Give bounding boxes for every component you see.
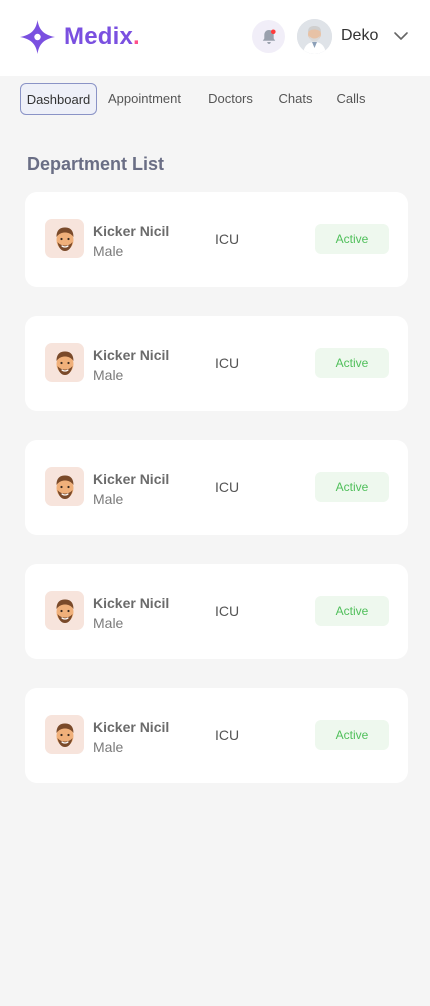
tab-chats[interactable]: Chats — [273, 83, 318, 115]
user-name[interactable]: Deko — [341, 27, 378, 45]
avatar — [45, 591, 84, 630]
notification-button[interactable] — [252, 20, 285, 53]
doctor-avatar-icon — [297, 19, 332, 54]
patient-gender: Male — [93, 739, 124, 755]
man-emoji-icon — [56, 351, 73, 375]
page-title: Department List — [27, 154, 165, 174]
avatar — [45, 219, 84, 258]
patient-name: Kicker Nicil — [93, 471, 170, 487]
man-emoji-icon — [56, 475, 73, 499]
tab-doctors[interactable]: Doctors — [203, 83, 258, 115]
patient-gender: Male — [93, 615, 124, 631]
status-badge: Active — [315, 596, 389, 626]
man-emoji-icon — [56, 599, 73, 623]
patient-name: Kicker Nicil — [93, 347, 170, 363]
avatar — [45, 343, 84, 382]
department-name: ICU — [215, 231, 240, 247]
patient-gender: Male — [93, 491, 124, 507]
patient-name: Kicker Nicil — [93, 223, 170, 239]
status-badge: Active — [315, 224, 389, 254]
patient-gender: Male — [93, 243, 124, 259]
tab-calls[interactable]: Calls — [333, 83, 369, 115]
chevron-down-icon[interactable] — [393, 28, 409, 44]
department-name: ICU — [215, 479, 240, 495]
status-badge: Active — [315, 472, 389, 502]
patient-name: Kicker Nicil — [93, 719, 170, 735]
patient-gender: Male — [93, 367, 124, 383]
department-name: ICU — [215, 727, 240, 743]
avatar — [45, 467, 84, 506]
brand-name: Medix. — [64, 23, 140, 50]
user-avatar[interactable] — [297, 19, 332, 54]
list-item[interactable]: Kicker Nicil Male ICU Active — [25, 192, 408, 287]
avatar — [45, 715, 84, 754]
app-header: Medix. Deko — [0, 0, 430, 76]
tab-appointment[interactable]: Appointment — [102, 83, 187, 115]
patient-name: Kicker Nicil — [93, 595, 170, 611]
main-nav: Dashboard Appointment Doctors Chats Call… — [0, 76, 430, 122]
man-emoji-icon — [56, 723, 73, 747]
list-item[interactable]: Kicker Nicil Male ICU Active — [25, 440, 408, 535]
tab-dashboard[interactable]: Dashboard — [20, 83, 97, 115]
list-item[interactable]: Kicker Nicil Male ICU Active — [25, 688, 408, 783]
medix-logo-icon — [20, 20, 55, 54]
list-item[interactable]: Kicker Nicil Male ICU Active — [25, 316, 408, 411]
list-item[interactable]: Kicker Nicil Male ICU Active — [25, 564, 408, 659]
bell-icon — [262, 29, 276, 44]
status-badge: Active — [315, 348, 389, 378]
status-badge: Active — [315, 720, 389, 750]
man-emoji-icon — [56, 227, 73, 251]
department-name: ICU — [215, 603, 240, 619]
brand-logo[interactable]: Medix. — [20, 20, 140, 54]
department-name: ICU — [215, 355, 240, 371]
